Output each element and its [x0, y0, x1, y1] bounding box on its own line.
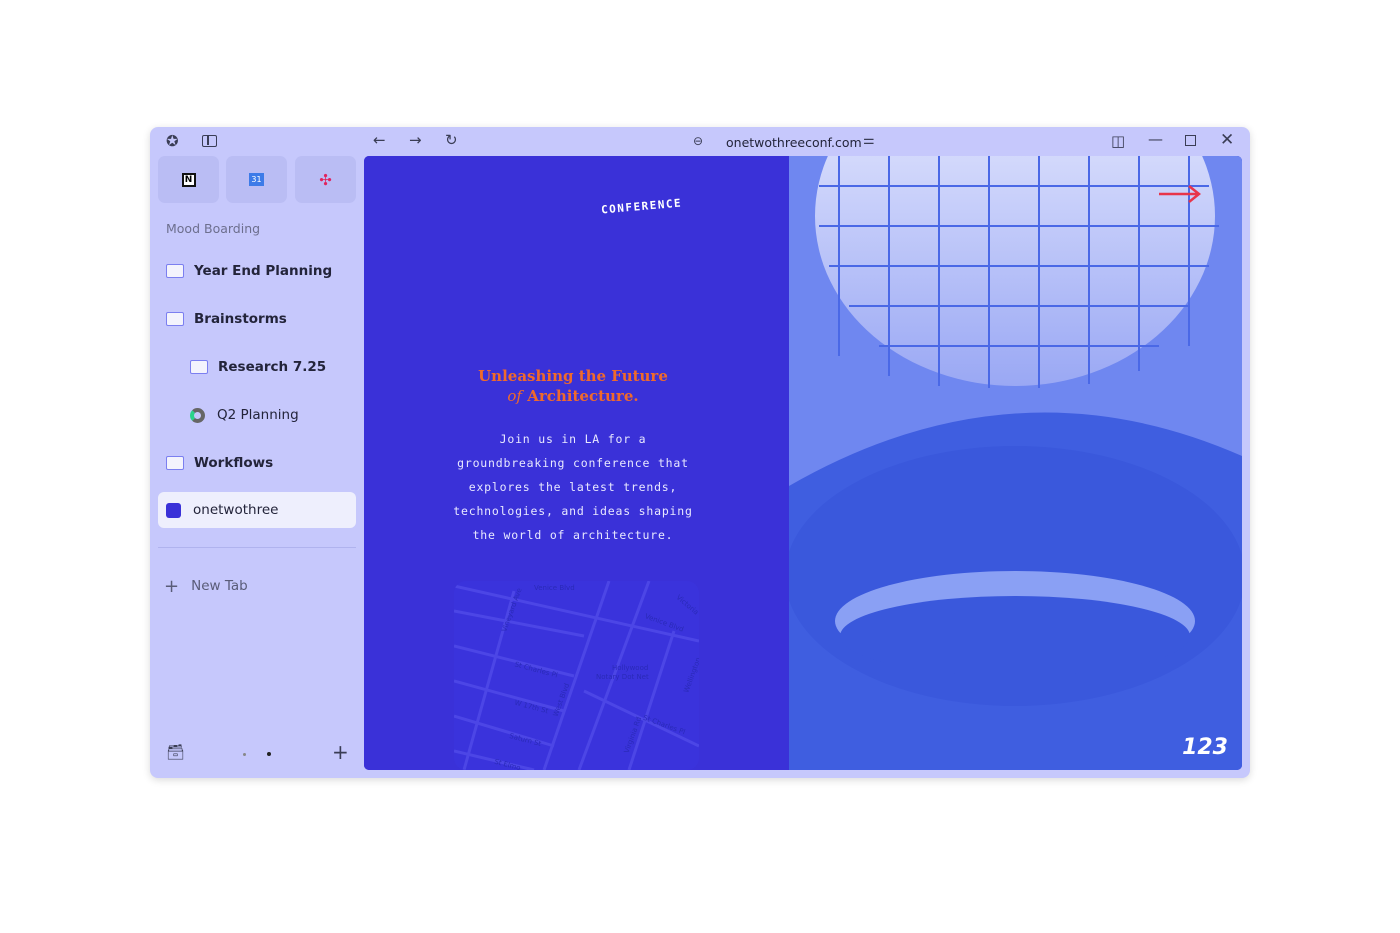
close-icon[interactable]: ✕	[1220, 132, 1234, 149]
space-dot-active[interactable]	[267, 752, 271, 756]
sidebar-item-q2-planning[interactable]: Q2 Planning	[182, 397, 380, 433]
folder-icon	[166, 264, 184, 278]
hero-text-panel: CONFERENCE Unleashing the Future of Arch…	[364, 156, 789, 770]
site-favicon	[166, 502, 181, 518]
sidebar-item-year-end-planning[interactable]: Year End Planning	[158, 253, 356, 289]
link-icon: ⊖	[693, 134, 704, 148]
section-title: Mood Boarding	[166, 221, 261, 236]
sidebar-item-brainstorms[interactable]: Brainstorms	[158, 301, 356, 337]
folder-open-icon	[166, 312, 184, 326]
web-content: CONFERENCE Unleashing the Future of Arch…	[364, 156, 1242, 770]
architecture-photo: 123	[785, 156, 1242, 770]
pinned-slack[interactable]: ✣	[295, 156, 356, 203]
forward-icon[interactable]: →	[409, 133, 422, 148]
archive-icon[interactable]: 🗃	[166, 745, 185, 760]
location-map[interactable]: Venice Blvd Venice Blvd Victoria Vineyar…	[454, 581, 699, 770]
map-streets	[454, 581, 699, 770]
plus-icon: +	[164, 575, 180, 597]
arc-logo-icon[interactable]: ✪	[166, 134, 179, 149]
photo-artwork	[785, 156, 1242, 770]
sidebar-toggle-icon[interactable]	[202, 135, 217, 147]
sidebar-item-onetwothree[interactable]: onetwothree	[158, 492, 356, 528]
pinned-notion[interactable]: N	[158, 156, 219, 203]
headline: Unleashing the Future of Architecture.	[478, 367, 668, 405]
browser-window: ✪ ← → ↻ ⊖ onetwothreeconf.com ⚌ ◫ — ✕ N …	[150, 127, 1250, 778]
site-settings-icon[interactable]: ⚌	[863, 134, 875, 147]
folder-icon	[190, 360, 208, 374]
slack-icon: ✣	[319, 170, 332, 189]
sidebar-item-workflows[interactable]: Workflows	[158, 445, 356, 481]
add-space-icon[interactable]: +	[332, 742, 349, 762]
reload-icon[interactable]: ↻	[445, 133, 458, 148]
pinned-calendar[interactable]: 31	[226, 156, 287, 203]
minimize-icon[interactable]: —	[1148, 132, 1163, 147]
sidebar-item-research[interactable]: Research 7.25	[182, 349, 380, 385]
back-icon[interactable]: ←	[373, 133, 386, 148]
brand-logo: CONFERENCE	[600, 196, 683, 217]
split-view-icon[interactable]: ◫	[1111, 134, 1125, 149]
folder-icon	[166, 456, 184, 470]
description: Join us in LA for a groundbreaking confer…	[453, 432, 693, 542]
q2-app-icon	[190, 407, 205, 423]
calendar-icon: 31	[249, 173, 264, 186]
divider	[158, 547, 356, 548]
site-logo: 123	[1182, 735, 1228, 760]
url-field[interactable]: onetwothreeconf.com	[726, 135, 862, 150]
new-tab-button[interactable]: + New Tab	[158, 568, 356, 604]
maximize-icon[interactable]	[1185, 135, 1196, 146]
space-dot[interactable]	[243, 753, 246, 756]
notion-icon: N	[181, 172, 196, 187]
